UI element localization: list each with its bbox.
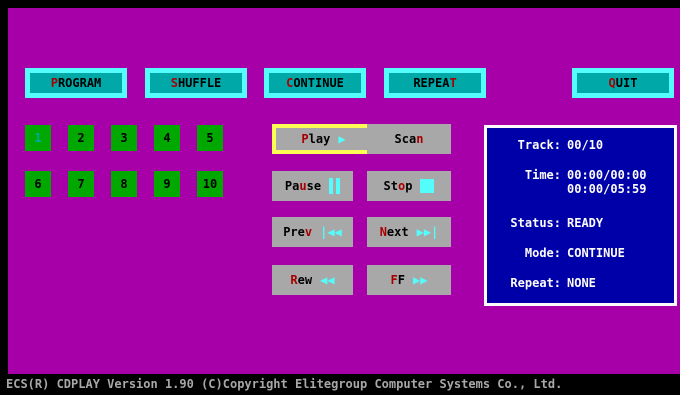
track-1-button[interactable]: 1 — [25, 125, 51, 151]
track-10-button[interactable]: 10 — [197, 171, 223, 197]
track-8-button[interactable]: 8 — [111, 171, 137, 197]
track-2-button[interactable]: 2 — [68, 125, 94, 151]
pause-label: Pause — [284, 179, 322, 193]
prev-label: Prev — [283, 225, 313, 239]
next-button[interactable]: Next ▶▶| — [367, 217, 451, 247]
ff-button[interactable]: FF ▶▶ — [367, 265, 451, 295]
track-7-button[interactable]: 7 — [68, 171, 94, 197]
time-readout: Time: 00:00/00:00 — [524, 168, 647, 182]
prev-button[interactable]: Prev |◀◀ — [272, 217, 353, 247]
rew-button[interactable]: Rew ◀◀ — [272, 265, 353, 295]
quit-button[interactable]: Q UIT — [572, 68, 674, 98]
scan-button[interactable]: Scan — [367, 124, 451, 154]
play-icon: ▶ — [338, 132, 346, 146]
track-4-button[interactable]: 4 — [154, 125, 180, 151]
info-panel: Track: 00/10 Time: 00:00/00:00 00:00/05:59… — [484, 125, 677, 306]
skip-forward-icon: ▶▶| — [416, 225, 439, 239]
play-button[interactable]: Play ▶ — [272, 124, 375, 154]
app-screen: P ROGRAM S HUFFLE C ONTINUE REPEA T Q UIT 1 2… — [8, 8, 680, 374]
time-total-readout: 00:00/05:59 — [567, 182, 647, 196]
track-readout: Track: 00/10 — [517, 138, 604, 152]
program-button[interactable]: P ROGRAM — [25, 68, 127, 98]
track-9-button[interactable]: 9 — [154, 171, 180, 197]
ff-label: FF — [390, 273, 405, 287]
track-3-button[interactable]: 3 — [111, 125, 137, 151]
pause-button[interactable]: Pause — [272, 171, 353, 201]
rew-label: Rew — [290, 273, 313, 287]
stop-icon — [420, 179, 435, 193]
scan-label: Scan — [394, 132, 424, 146]
status-bar: ECS(R) CDPLAY Version 1.90 (C)Copyright … — [0, 374, 680, 395]
next-label: Next — [379, 225, 409, 239]
pause-icon — [329, 178, 341, 194]
shuffle-button[interactable]: S HUFFLE — [145, 68, 247, 98]
stop-button[interactable]: Stop — [367, 171, 451, 201]
fast-forward-icon: ▶▶ — [413, 273, 428, 287]
continue-button[interactable]: C ONTINUE — [264, 68, 366, 98]
mode-readout: Mode: CONTINUE — [524, 246, 625, 260]
rewind-icon: ◀◀ — [320, 273, 335, 287]
repeat-readout: Repeat: NONE — [510, 276, 596, 290]
track-5-button[interactable]: 5 — [197, 125, 223, 151]
skip-back-icon: |◀◀ — [320, 225, 342, 239]
stop-label: Stop — [383, 179, 413, 193]
play-label: Play — [301, 132, 331, 146]
track-6-button[interactable]: 6 — [25, 171, 51, 197]
repeat-button[interactable]: REPEA T — [384, 68, 486, 98]
status-readout: Status: READY — [510, 216, 604, 230]
